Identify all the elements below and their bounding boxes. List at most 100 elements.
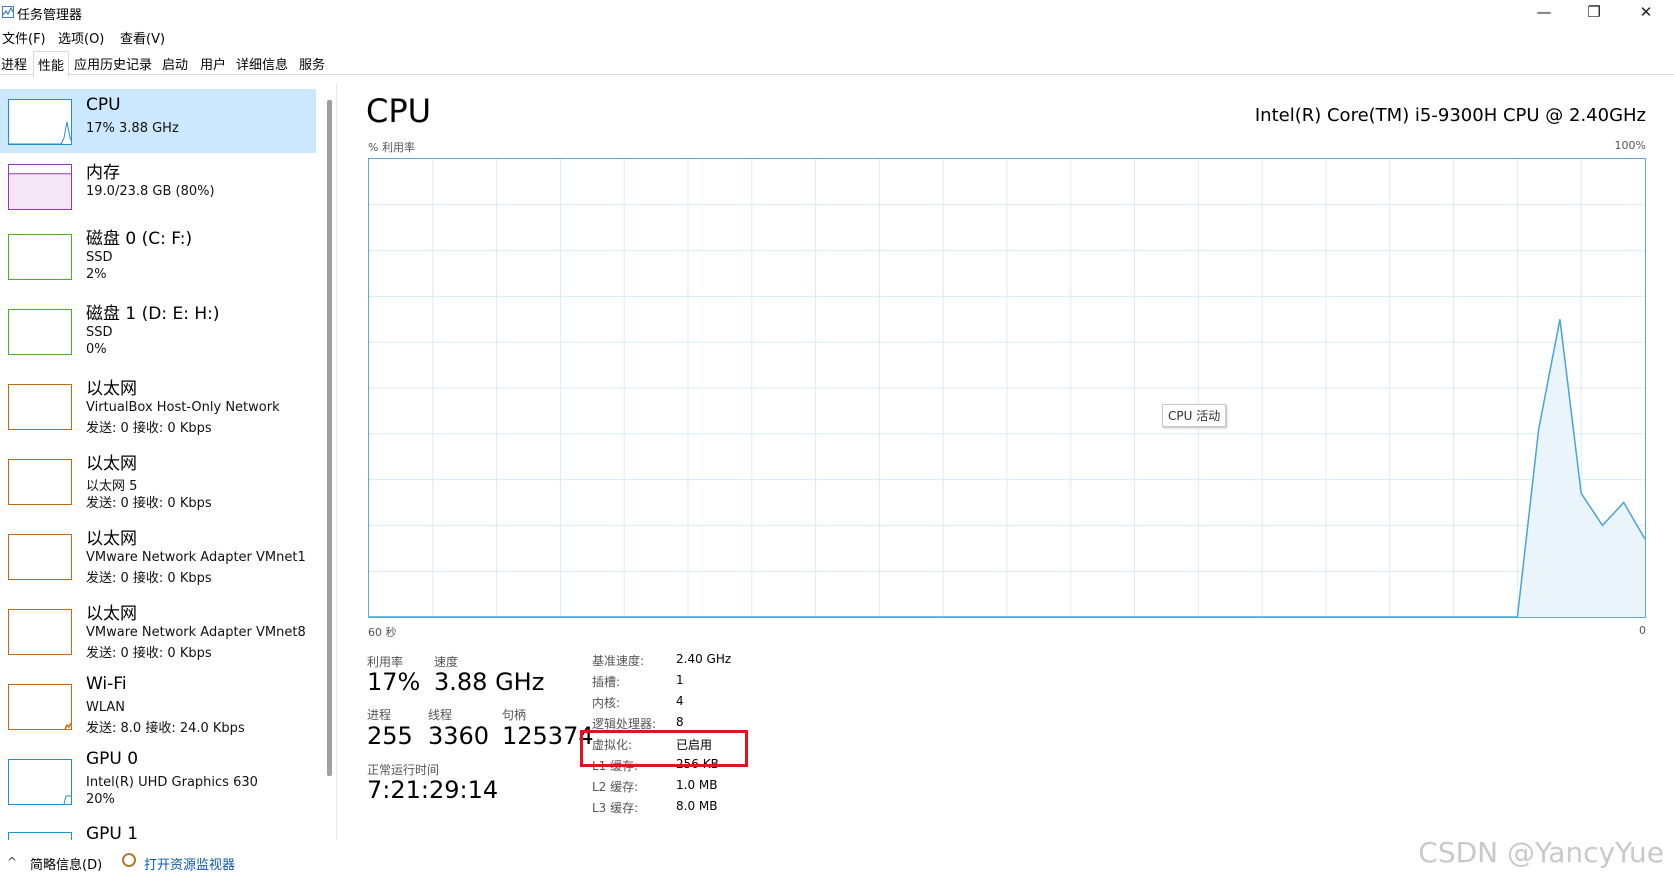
title-bar: 任务管理器 — ❐ ✕ [0, 0, 1674, 26]
tab-users[interactable]: 用户 [200, 54, 226, 73]
handles-label: 句柄 [502, 708, 527, 722]
sidebar-scrollbar[interactable] [327, 100, 332, 776]
spec-value: 2.40 GHz [676, 652, 732, 666]
speed-value: 3.88 GHz [434, 668, 545, 696]
menu-view[interactable]: 查看(V) [120, 28, 165, 47]
x-axis-left-label: 60 秒 [368, 626, 397, 639]
sidebar-item-cpu[interactable]: CPU 17% 3.88 GHz [0, 89, 316, 153]
menu-options[interactable]: 选项(O) [58, 28, 104, 47]
sidebar-item-wifi[interactable]: Wi-Fi WLAN 发送: 8.0 接收: 24.0 Kbps [0, 674, 316, 744]
x-axis-right-label: 0 [1639, 624, 1646, 637]
sidebar-subtitle: 20% [86, 792, 115, 807]
sidebar-title: 以太网 [86, 379, 137, 399]
resource-monitor-icon [122, 853, 136, 867]
spec-value: 8.0 MB [676, 799, 718, 813]
sidebar-subtitle: 发送: 0 接收: 0 Kbps [86, 571, 212, 586]
utilization-value: 17% [367, 668, 421, 696]
sidebar-subtitle: SSD [86, 250, 113, 265]
tab-processes[interactable]: 进程 [1, 54, 27, 73]
sidebar-title: GPU 0 [86, 749, 139, 769]
cpu-usage-graph [368, 158, 1646, 618]
restore-button[interactable]: ❐ [1568, 0, 1620, 26]
sidebar-subtitle: 发送: 0 接收: 0 Kbps [86, 421, 212, 436]
processes-value: 255 [367, 722, 413, 750]
network-thumbnail-graph [8, 534, 72, 580]
sidebar-subtitle: VMware Network Adapter VMnet8 [86, 625, 306, 640]
sidebar-item-gpu-1[interactable]: GPU 1 [0, 824, 316, 840]
gpu-thumbnail-graph [8, 759, 72, 805]
gpu-thumbnail-graph [8, 832, 72, 840]
network-thumbnail-graph [8, 384, 72, 430]
watermark: CSDN @YancyYue [1418, 836, 1664, 869]
tab-services[interactable]: 服务 [299, 54, 325, 73]
sidebar-item-disk-0[interactable]: 磁盘 0 (C: F:) SSD 2% [0, 224, 316, 294]
sidebar-subtitle: Intel(R) UHD Graphics 630 [86, 775, 258, 790]
spec-key: 内核: [592, 696, 621, 710]
sidebar-subtitle: SSD [86, 325, 113, 340]
sidebar-subtitle: 19.0/23.8 GB (80%) [86, 184, 215, 199]
sidebar-item-memory[interactable]: 内存 19.0/23.8 GB (80%) [0, 158, 316, 222]
sidebar-subtitle: VirtualBox Host-Only Network [86, 400, 280, 415]
tab-bar: 进程 性能 应用历史记录 启动 用户 详细信息 服务 [0, 50, 1674, 78]
sidebar-title: 以太网 [86, 454, 137, 474]
sidebar-item-ethernet[interactable]: 以太网 VMware Network Adapter VMnet8 发送: 0 … [0, 599, 316, 669]
y-axis-label: % 利用率 [368, 141, 415, 154]
sidebar-title: 内存 [86, 163, 120, 183]
cpu-model-name: Intel(R) Core(TM) i5-9300H CPU @ 2.40GHz [1254, 105, 1646, 126]
window-title: 任务管理器 [17, 8, 83, 23]
spec-value: 1.0 MB [676, 778, 718, 792]
sidebar-title: 磁盘 0 (C: F:) [86, 229, 193, 249]
threads-value: 3360 [428, 722, 490, 750]
disk-thumbnail-graph [8, 309, 72, 355]
sidebar-title: 以太网 [86, 604, 137, 624]
network-thumbnail-graph [8, 684, 72, 730]
chevron-up-icon[interactable]: ^ [7, 855, 17, 869]
spec-value: 4 [676, 694, 684, 708]
sidebar-subtitle: 2% [86, 267, 107, 282]
spec-key: 基准速度: [592, 654, 645, 668]
cpu-thumbnail-graph [8, 99, 72, 145]
minimize-button[interactable]: — [1518, 0, 1570, 26]
threads-label: 线程 [428, 708, 453, 722]
menu-file[interactable]: 文件(F) [2, 28, 46, 47]
tab-app-history[interactable]: 应用历史记录 [74, 54, 152, 73]
uptime-value: 7:21:29:14 [367, 776, 499, 804]
sidebar-title: GPU 1 [86, 824, 139, 840]
fewer-details-button[interactable]: 简略信息(D) [30, 854, 102, 873]
spec-key: 插槽: [592, 675, 621, 689]
tab-details[interactable]: 详细信息 [236, 54, 288, 73]
graph-tooltip: CPU 活动 [1162, 404, 1227, 427]
network-thumbnail-graph [8, 459, 72, 505]
sidebar-item-gpu-0[interactable]: GPU 0 Intel(R) UHD Graphics 630 20% [0, 749, 316, 819]
spec-key: L3 缓存: [592, 801, 639, 815]
sidebar-subtitle: 17% 3.88 GHz [86, 121, 179, 136]
tab-performance[interactable]: 性能 [33, 51, 70, 78]
sidebar-subtitle: 发送: 0 接收: 0 Kbps [86, 646, 212, 661]
tab-startup[interactable]: 启动 [162, 54, 188, 73]
open-resource-monitor-link[interactable]: 打开资源监视器 [144, 854, 235, 873]
sidebar-title: Wi-Fi [86, 674, 127, 694]
sidebar-item-ethernet[interactable]: 以太网 以太网 5 发送: 0 接收: 0 Kbps [0, 449, 316, 519]
spec-key: L2 缓存: [592, 780, 639, 794]
disk-thumbnail-graph [8, 234, 72, 280]
cpu-usage-chart [369, 159, 1645, 617]
sidebar-subtitle: 发送: 8.0 接收: 24.0 Kbps [86, 721, 245, 736]
sidebar-title: 以太网 [86, 529, 137, 549]
sidebar-item-disk-1[interactable]: 磁盘 1 (D: E: H:) SSD 0% [0, 299, 316, 369]
network-thumbnail-graph [8, 609, 72, 655]
memory-thumbnail-graph [8, 164, 72, 210]
spec-value: 8 [676, 715, 684, 729]
sidebar-item-ethernet[interactable]: 以太网 VMware Network Adapter VMnet1 发送: 0 … [0, 524, 316, 594]
sidebar-title: CPU [86, 95, 121, 115]
spec-value: 1 [676, 673, 684, 687]
sidebar-subtitle: 0% [86, 342, 107, 357]
sidebar-item-ethernet[interactable]: 以太网 VirtualBox Host-Only Network 发送: 0 接… [0, 374, 316, 444]
close-button[interactable]: ✕ [1620, 0, 1672, 26]
page-title: CPU [366, 92, 432, 130]
sidebar-subtitle: VMware Network Adapter VMnet1 [86, 550, 306, 565]
virtualization-highlight-box [580, 730, 748, 767]
sidebar-title: 磁盘 1 (D: E: H:) [86, 304, 220, 324]
sidebar-subtitle: 发送: 0 接收: 0 Kbps [86, 496, 212, 511]
processes-label: 进程 [367, 708, 392, 722]
sidebar-subtitle: WLAN [86, 700, 126, 715]
